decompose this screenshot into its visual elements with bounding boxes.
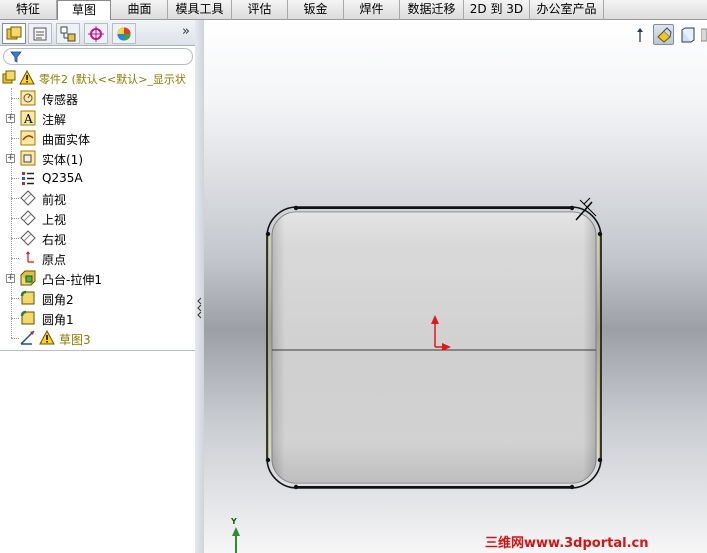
- dimxpert-manager-icon: [88, 25, 104, 42]
- tree-item-label: 前视: [42, 193, 67, 207]
- plane-icon: [20, 190, 36, 206]
- annotation-icon: A: [20, 110, 36, 126]
- tree-divider: [0, 350, 196, 351]
- svg-text:A: A: [23, 112, 33, 126]
- tree-item-surface-bodies[interactable]: 曲面实体: [0, 128, 196, 148]
- fillet-icon: [20, 290, 35, 305]
- collapse-arrows-icon[interactable]: [196, 296, 203, 320]
- feature-manager-icon: [6, 26, 22, 39]
- tree-item-fillet2[interactable]: 圆角2: [0, 288, 196, 308]
- warning-icon: [39, 330, 55, 345]
- display-manager-icon: [117, 27, 131, 40]
- surface-bodies-icon: [20, 130, 36, 146]
- tab-sheet-metal[interactable]: 钣金: [288, 0, 344, 20]
- configuration-manager-icon: [60, 26, 76, 41]
- tree-item-solid-bodies[interactable]: + 实体(1): [0, 148, 196, 168]
- fillet-icon: [20, 310, 35, 325]
- origin-icon: [26, 251, 34, 263]
- warning-icon: [19, 70, 35, 85]
- part-body-shading: [272, 212, 596, 483]
- tab-office-products[interactable]: 办公室产品: [530, 0, 604, 20]
- tree-root-label: 零件2 (默认<<默认>_显示状: [39, 73, 186, 86]
- expand-toggle[interactable]: +: [6, 154, 15, 163]
- plane-icon: [20, 230, 36, 246]
- panel-expand-button[interactable]: »: [182, 24, 190, 39]
- tree-root-part[interactable]: 零件2 (默认<<默认>_显示状: [0, 68, 196, 88]
- part-icon: [2, 70, 16, 84]
- tree-item-label: 实体(1): [42, 153, 83, 167]
- tree-item-label: 曲面实体: [42, 133, 91, 147]
- tree-item-label: 圆角2: [42, 293, 74, 307]
- tree-item-front-plane[interactable]: 前视: [0, 188, 196, 208]
- tree-item-label: 草图3: [59, 333, 91, 347]
- expand-toggle[interactable]: +: [6, 114, 15, 123]
- tab-evaluate[interactable]: 评估: [232, 0, 288, 20]
- panel-splitter[interactable]: [195, 20, 204, 553]
- extrude-icon: [20, 270, 36, 286]
- tree-filter-input[interactable]: [3, 48, 193, 65]
- material-icon: [22, 172, 34, 185]
- feature-manager-panel: » 零件2 (默认<<默认>_显示状 传感器 + A 注解 曲面实体 + 实体(…: [0, 20, 196, 553]
- watermark: 三维网www.3dportal.cn: [485, 536, 649, 551]
- sketch-icon: [20, 330, 35, 345]
- tab-data-migration[interactable]: 数据迁移: [400, 0, 464, 20]
- command-manager-tabs: 特征 草图 曲面 模具工具 评估 钣金 焊件 数据迁移 2D 到 3D 办公室产…: [0, 0, 707, 21]
- tree-item-annotations[interactable]: + A 注解: [0, 108, 196, 128]
- sensor-icon: [20, 90, 36, 106]
- tree-item-label: 右视: [42, 233, 67, 247]
- display-manager-tab[interactable]: [112, 23, 136, 44]
- tree-item-material[interactable]: Q235A: [0, 168, 196, 188]
- tree-item-label: 传感器: [42, 93, 79, 107]
- tab-weldments[interactable]: 焊件: [344, 0, 400, 20]
- axis-label-y: Y: [231, 517, 237, 526]
- dimxpert-manager-tab[interactable]: [84, 23, 108, 44]
- tree-item-top-plane[interactable]: 上视: [0, 208, 196, 228]
- tree-item-right-plane[interactable]: 右视: [0, 228, 196, 248]
- tab-2d-to-3d[interactable]: 2D 到 3D: [464, 0, 530, 20]
- tab-mold-tools[interactable]: 模具工具: [168, 0, 232, 20]
- tree-item-label: 上视: [42, 213, 67, 227]
- feature-tree: 零件2 (默认<<默认>_显示状 传感器 + A 注解 曲面实体 + 实体(1)…: [0, 68, 196, 350]
- configuration-manager-tab[interactable]: [56, 23, 80, 44]
- graphics-viewport[interactable]: Y 三维网www.3dportal.cn: [204, 20, 707, 553]
- triad-icon: [232, 527, 240, 553]
- property-manager-tab[interactable]: [28, 23, 52, 44]
- tab-sketch[interactable]: 草图: [57, 0, 111, 21]
- tree-item-label: 注解: [42, 113, 67, 127]
- tree-item-origin[interactable]: 原点: [0, 248, 196, 268]
- tree-item-fillet1[interactable]: 圆角1: [0, 308, 196, 328]
- solid-bodies-icon: [20, 150, 36, 166]
- plane-icon: [20, 210, 36, 226]
- tree-item-sketch3[interactable]: 草图3: [0, 328, 196, 348]
- tab-surfaces[interactable]: 曲面: [112, 0, 168, 20]
- tree-item-label: Q235A: [42, 171, 83, 185]
- feature-manager-tab[interactable]: [2, 23, 26, 44]
- tree-item-label: 凸台-拉伸1: [42, 273, 102, 287]
- tree-item-label: 圆角1: [42, 313, 74, 327]
- tab-features[interactable]: 特征: [0, 0, 57, 20]
- property-manager-icon: [33, 27, 47, 40]
- expand-toggle[interactable]: +: [6, 274, 15, 283]
- panel-tab-strip: »: [0, 20, 196, 46]
- filter-icon: [10, 51, 22, 63]
- tree-item-label: 原点: [42, 253, 67, 267]
- part-model-view[interactable]: [204, 20, 707, 553]
- tree-item-sensors[interactable]: 传感器: [0, 88, 196, 108]
- tree-item-boss-extrude[interactable]: + 凸台-拉伸1: [0, 268, 196, 288]
